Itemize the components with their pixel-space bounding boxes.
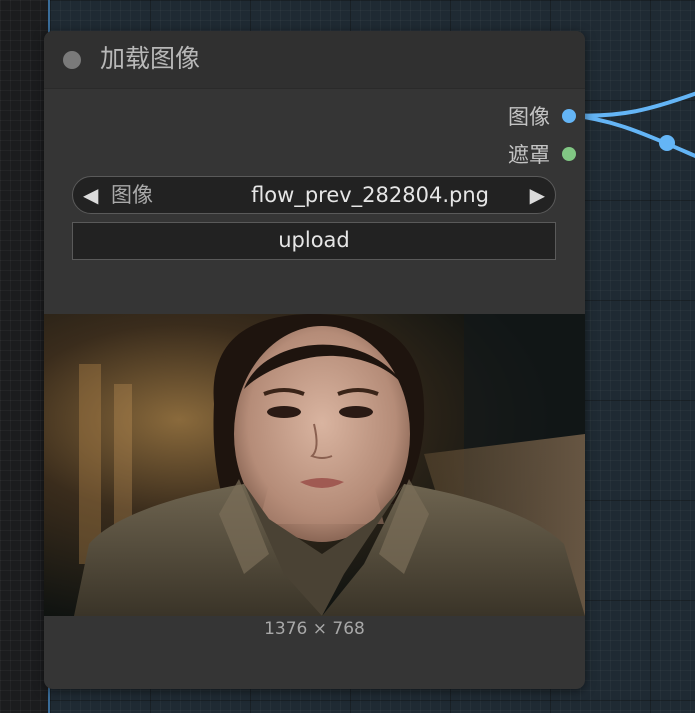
upload-button[interactable]: upload <box>72 222 556 260</box>
portrait-photo <box>44 314 585 616</box>
output-image[interactable]: 图像 <box>508 101 585 131</box>
node-title: 加载图像 <box>100 44 201 73</box>
triangle-left-icon[interactable]: ◀ <box>83 183 98 207</box>
preview-dimensions: 1376 × 768 <box>264 619 365 639</box>
output-image-label: 图像 <box>508 105 550 129</box>
image-combo-label: 图像 <box>111 183 153 207</box>
output-image-socket[interactable] <box>562 109 576 123</box>
output-mask-label: 遮罩 <box>508 143 550 167</box>
image-combo-value[interactable]: flow_prev_282804.png <box>251 181 489 209</box>
status-dot-icon[interactable] <box>63 51 81 69</box>
output-mask[interactable]: 遮罩 <box>508 139 585 169</box>
side-panel <box>0 0 48 713</box>
node-header[interactable]: 加载图像 <box>44 31 585 89</box>
triangle-right-icon[interactable]: ▶ <box>530 183 545 207</box>
load-image-node[interactable]: 加载图像 图像 遮罩 ◀ 图像 flow_prev_282804.png ▶ u… <box>44 31 585 689</box>
output-mask-socket[interactable] <box>562 147 576 161</box>
image-combo-widget[interactable]: ◀ 图像 flow_prev_282804.png ▶ <box>72 176 556 214</box>
image-preview <box>44 314 585 616</box>
